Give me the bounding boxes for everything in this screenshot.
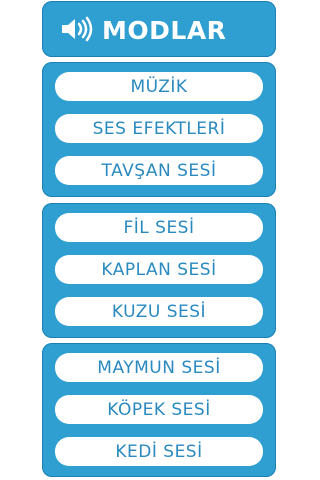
lamb-sound-button[interactable]: KUZU SESİ <box>55 297 263 326</box>
mode-group-1: MÜZİK SES EFEKTLERİ TAVŞAN SESİ <box>42 62 276 197</box>
monkey-sound-button[interactable]: MAYMUN SESİ <box>55 353 263 382</box>
dog-sound-button[interactable]: KÖPEK SESİ <box>55 395 263 424</box>
sound-effects-button[interactable]: SES EFEKTLERİ <box>55 114 263 143</box>
speaker-icon <box>62 16 93 42</box>
rabbit-sound-button[interactable]: TAVŞAN SESİ <box>55 156 263 185</box>
elephant-sound-button[interactable]: FİL SESİ <box>55 213 263 242</box>
tiger-sound-button[interactable]: KAPLAN SESİ <box>55 255 263 284</box>
music-button[interactable]: MÜZİK <box>55 72 263 101</box>
mode-group-3: MAYMUN SESİ KÖPEK SESİ KEDİ SESİ <box>42 343 276 477</box>
modes-header: MODLAR <box>42 1 276 57</box>
header-title: MODLAR <box>102 15 227 45</box>
mode-group-2: FİL SESİ KAPLAN SESİ KUZU SESİ <box>42 203 276 338</box>
cat-sound-button[interactable]: KEDİ SESİ <box>55 437 263 466</box>
